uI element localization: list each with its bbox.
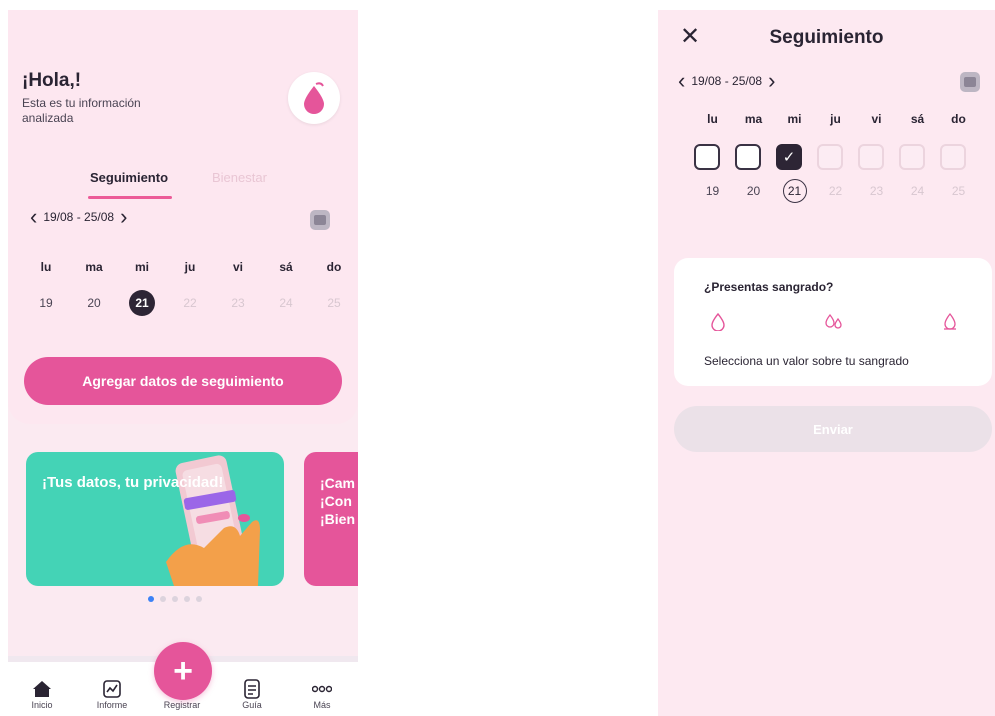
tracking-screen: ✕ Seguimiento ‹ 19/08 - 25/08 › lu ma mi… — [658, 10, 995, 716]
tab-underline — [88, 196, 172, 199]
nav-label: Más — [313, 700, 331, 710]
date-cell: 23 — [869, 184, 884, 198]
carousel-dot[interactable] — [172, 596, 178, 602]
date-cell[interactable]: 19 — [692, 178, 733, 204]
chevron-left-icon[interactable]: ‹ — [678, 70, 685, 92]
weekday-label: sá — [279, 260, 293, 274]
question-title: ¿Presentas sangrado? — [704, 280, 834, 294]
date-cell: 24 — [910, 184, 925, 198]
nav-guia[interactable]: Guía — [222, 678, 282, 710]
date-row: 19 20 21 22 23 24 25 — [692, 178, 979, 204]
weekday-header: lu ma mi ju vi sá do — [692, 112, 979, 126]
day-checkbox — [899, 144, 925, 170]
day-checkbox — [940, 144, 966, 170]
date-cell: 25 — [327, 296, 341, 310]
pad-icon[interactable] — [940, 312, 960, 332]
tab-seguimiento[interactable]: Seguimiento — [90, 170, 168, 185]
weekday-label: do — [951, 112, 966, 126]
selected-date: 21 — [129, 290, 155, 316]
nav-label: Inicio — [31, 700, 53, 710]
weekday-label: ju — [830, 112, 841, 126]
check-icon: ✓ — [782, 149, 796, 166]
greeting-subtitle: Esta es tu información analizada — [22, 96, 141, 125]
nav-inicio[interactable]: Inicio — [12, 678, 72, 710]
date-cell: 24 — [279, 296, 293, 310]
chart-icon — [103, 680, 121, 698]
weekday-label: lu — [707, 112, 718, 126]
weekday-label: ma — [85, 260, 103, 274]
day-checkbox[interactable] — [694, 144, 720, 170]
weekday-label: vi — [871, 112, 882, 126]
home-screen: ¡Hola,! Esta es tu información analizada… — [8, 10, 358, 716]
date-cell: 23 — [231, 296, 245, 310]
more-icon — [312, 685, 332, 693]
nav-label: Guía — [242, 700, 262, 710]
phone-hand-illustration — [166, 455, 260, 586]
weekday-label: ma — [744, 112, 763, 126]
drop-icon[interactable] — [708, 312, 728, 332]
drop-logo-icon — [304, 82, 324, 114]
avatar[interactable] — [288, 72, 340, 124]
banner-text: ¡Tus datos, tu privacidad! — [42, 474, 224, 491]
summary-card: ¡Hola,! Esta es tu información analizada… — [8, 10, 358, 424]
chevron-right-icon[interactable]: › — [768, 70, 775, 92]
date-cell[interactable]: 19 — [22, 290, 70, 316]
weekday-label: mi — [787, 112, 802, 126]
date-cell[interactable]: 20 — [70, 290, 118, 316]
chevron-left-icon[interactable]: ‹ — [30, 206, 37, 228]
page-title: Seguimiento — [769, 27, 884, 48]
tabs: Seguimiento Bienestar — [8, 170, 358, 202]
week-selector: ‹ 19/08 - 25/08 › — [678, 70, 775, 92]
date-row: 19 20 21 22 23 24 25 — [22, 290, 358, 316]
send-button[interactable]: Enviar — [674, 406, 992, 452]
carousel-dot[interactable] — [196, 596, 202, 602]
add-tracking-data-button[interactable]: Agregar datos de seguimiento — [24, 357, 342, 405]
weekday-header: lu ma mi ju vi sá do — [22, 260, 358, 274]
greeting-title: ¡Hola,! — [22, 70, 82, 91]
question-hint: Selecciona un valor sobre tu sangrado — [704, 354, 909, 368]
week-range: 19/08 - 25/08 — [691, 74, 763, 88]
date-cell: 22 — [183, 296, 197, 310]
bleeding-question-card: ¿Presentas sangrado? Selecciona un valor… — [674, 258, 992, 386]
day-checkbox — [817, 144, 843, 170]
privacy-banner[interactable]: ¡Tus datos, tu privacidad! — [26, 452, 284, 586]
banner-text: ¡Cam ¡Con ¡Bien — [320, 475, 356, 527]
carousel-dot[interactable] — [184, 596, 190, 602]
plus-icon: + — [173, 651, 193, 690]
week-range: 19/08 - 25/08 — [43, 210, 115, 224]
date-cell-selected[interactable]: 21 — [774, 178, 815, 204]
tab-bienestar[interactable]: Bienestar — [212, 170, 267, 185]
weekday-label: vi — [232, 260, 243, 274]
home-icon — [33, 681, 51, 697]
selected-date: 21 — [782, 179, 807, 203]
date-cell: 25 — [951, 184, 966, 198]
add-record-button[interactable]: + — [154, 642, 212, 700]
day-checkbox-checked[interactable]: ✓ — [776, 144, 802, 170]
carousel-dot[interactable] — [160, 596, 166, 602]
weekday-label: ju — [184, 260, 196, 274]
date-cell-selected[interactable]: 21 — [118, 290, 166, 316]
weekday-label: do — [326, 260, 342, 274]
calendar-icon[interactable] — [960, 72, 980, 92]
nav-label: Informe — [96, 700, 128, 710]
day-checkboxes: ✓ — [694, 144, 966, 170]
secondary-banner[interactable]: ¡Cam ¡Con ¡Bien — [304, 452, 358, 586]
carousel-dots — [148, 596, 202, 602]
weekday-label: mi — [134, 260, 149, 274]
day-checkbox — [858, 144, 884, 170]
chevron-right-icon[interactable]: › — [120, 206, 127, 228]
weekday-label: lu — [40, 260, 52, 274]
nav-label: Registrar — [163, 700, 201, 710]
nav-informe[interactable]: Informe — [82, 678, 142, 710]
weekday-label: sá — [910, 112, 925, 126]
carousel-dot-active[interactable] — [148, 596, 154, 602]
nav-mas[interactable]: Más — [292, 678, 352, 710]
date-cell: 22 — [828, 184, 843, 198]
drops-icon[interactable] — [824, 312, 844, 332]
week-selector: ‹ 19/08 - 25/08 › — [30, 206, 127, 228]
guide-icon — [244, 679, 260, 699]
date-cell[interactable]: 20 — [733, 178, 774, 204]
calendar-icon[interactable] — [310, 210, 330, 230]
day-checkbox[interactable] — [735, 144, 761, 170]
